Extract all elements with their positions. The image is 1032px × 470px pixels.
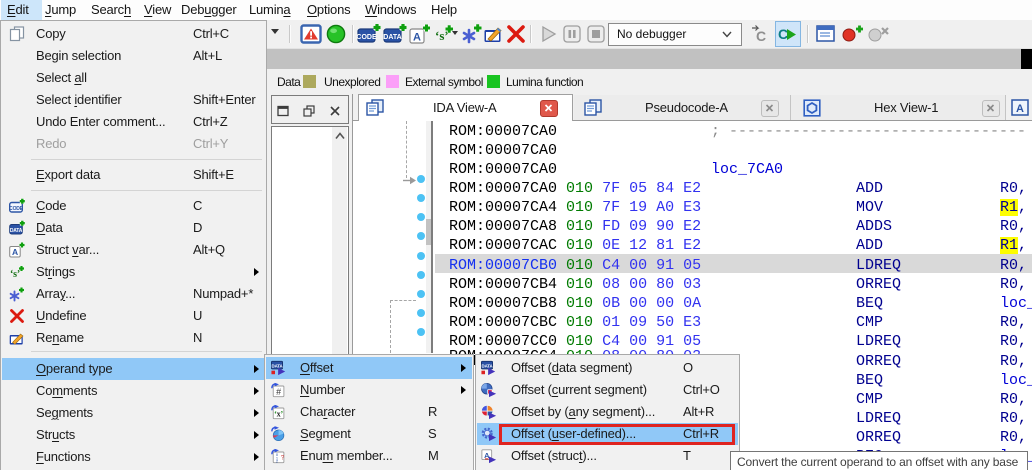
- svg-text:‘x’: ‘x’: [274, 409, 283, 418]
- svg-text:DATA: DATA: [383, 34, 401, 41]
- svg-text:CODE: CODE: [357, 34, 377, 41]
- svg-text:#: #: [276, 387, 281, 397]
- svg-text:A: A: [12, 247, 18, 257]
- svg-text:DATA: DATA: [10, 228, 23, 234]
- svg-text:A: A: [1016, 103, 1024, 115]
- svg-text:CODE: CODE: [9, 206, 24, 212]
- svg-text:C: C: [756, 28, 766, 44]
- svg-text:‘s’: ‘s’: [10, 269, 20, 280]
- svg-text:C: C: [778, 26, 788, 42]
- svg-text:A: A: [413, 32, 421, 44]
- svg-text:DATA: DATA: [272, 363, 284, 368]
- svg-text:DATA: DATA: [482, 363, 494, 368]
